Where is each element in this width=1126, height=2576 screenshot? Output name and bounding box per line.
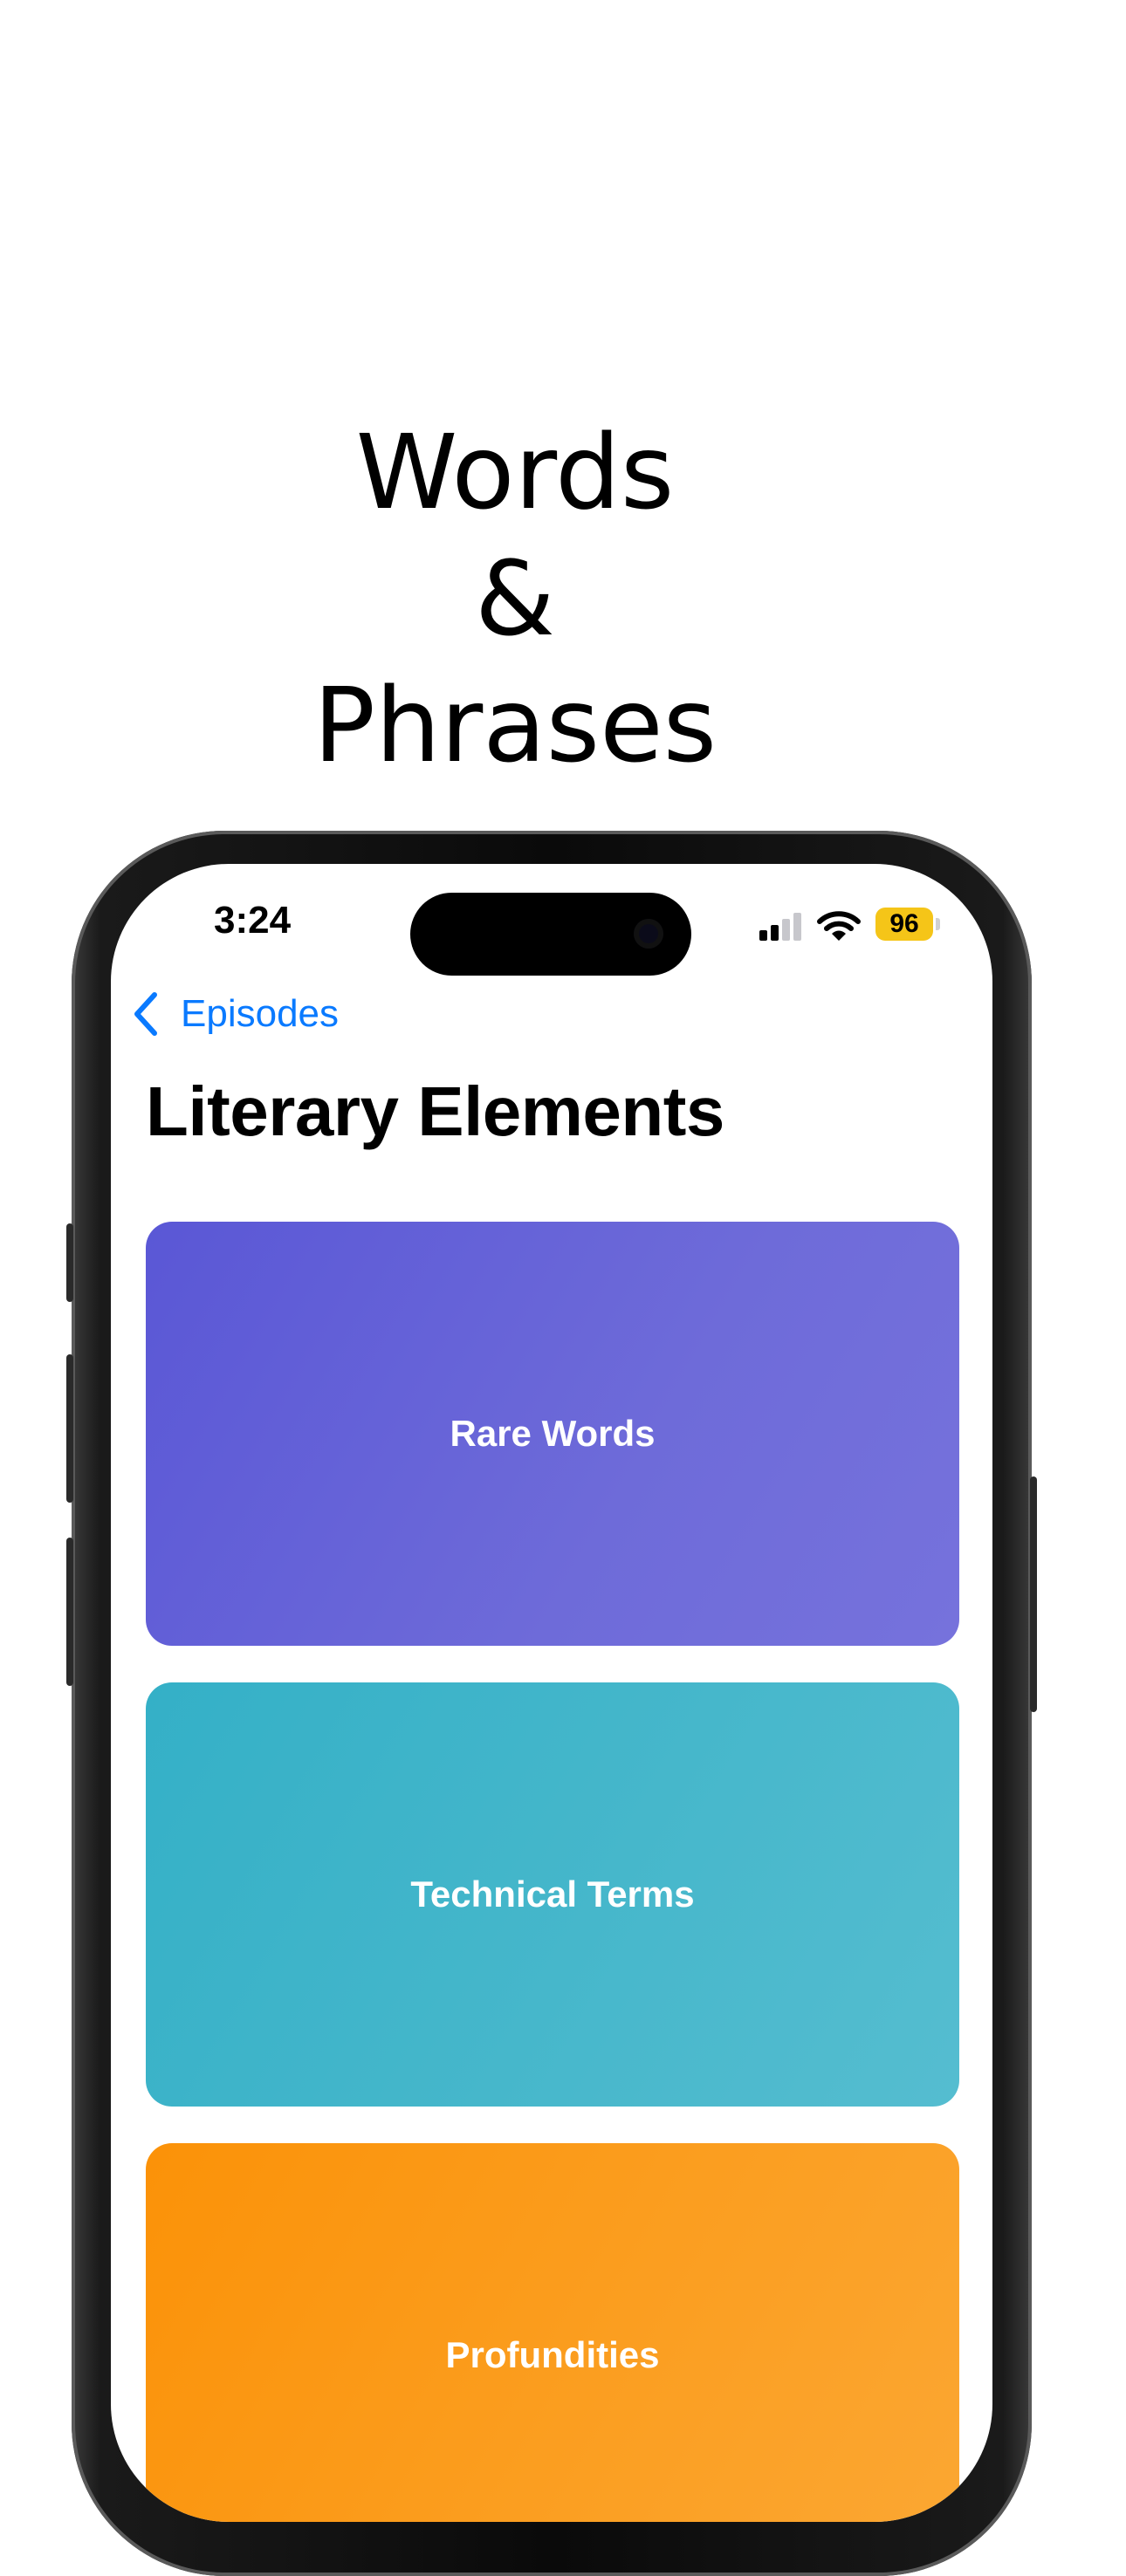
dynamic-island	[410, 893, 691, 976]
battery-tip	[936, 918, 940, 930]
power-button	[1030, 1476, 1037, 1712]
phone-frame: 3:24 96 Episodes Literary Elements Rare …	[66, 831, 1037, 2576]
marketing-headline: Words & Phrases	[0, 409, 1030, 789]
chevron-left-icon	[134, 992, 157, 1036]
battery-indicator: 96	[875, 908, 933, 941]
category-card-profundities[interactable]: Profundities	[146, 2143, 959, 2522]
category-card-technical-terms[interactable]: Technical Terms	[146, 1682, 959, 2107]
card-label: Technical Terms	[410, 1874, 695, 1915]
back-button[interactable]: Episodes	[130, 988, 339, 1040]
page-title: Literary Elements	[146, 1072, 724, 1150]
card-label: Profundities	[445, 2334, 660, 2375]
wifi-icon	[817, 911, 861, 941]
cellular-signal-icon	[759, 913, 803, 941]
card-label: Rare Words	[450, 1413, 656, 1454]
headline-line-words: Words	[355, 412, 675, 533]
volume-up-button	[66, 1354, 73, 1503]
category-card-rare-words[interactable]: Rare Words	[146, 1222, 959, 1646]
phone-screen: 3:24 96 Episodes Literary Elements Rare …	[111, 864, 992, 2522]
headline-line-ampersand: &	[474, 538, 555, 660]
back-button-label: Episodes	[181, 992, 340, 1035]
status-time: 3:24	[214, 899, 292, 942]
volume-down-button	[66, 1538, 73, 1686]
action-button	[66, 1223, 73, 1302]
headline-line-phrases: Phrases	[312, 665, 717, 786]
camera-icon	[634, 919, 663, 949]
